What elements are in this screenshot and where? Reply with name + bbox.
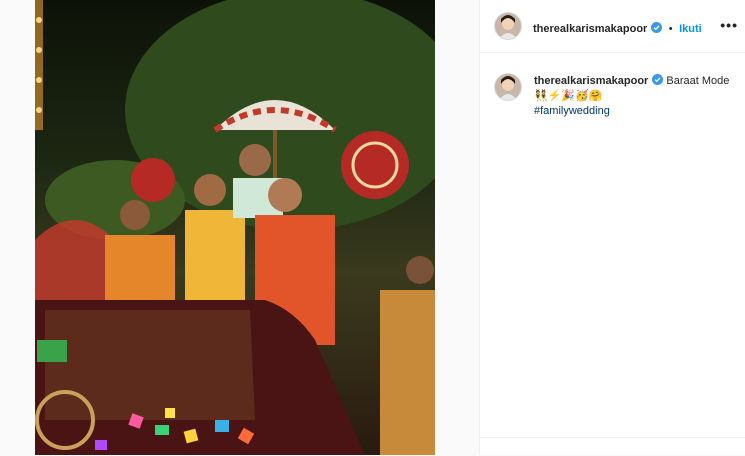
caption-avatar[interactable]	[494, 73, 522, 101]
verified-badge-icon	[651, 22, 663, 33]
avatar-image	[495, 13, 521, 39]
string-lights	[35, 0, 43, 130]
avatar[interactable]	[494, 12, 522, 40]
post-footer	[480, 437, 745, 456]
caption-hashtag[interactable]: #familywedding	[534, 105, 610, 117]
post-header: therealkarismakapoor • Ikuti •••	[480, 0, 745, 53]
caption-avatar-image	[495, 74, 521, 100]
post-sidebar: therealkarismakapoor • Ikuti ••• thereal…	[479, 0, 745, 455]
caption-emojis: 👯⚡🎉🥳🤗	[534, 90, 603, 102]
separator-dot: •	[668, 23, 673, 35]
more-options-icon[interactable]: •••	[720, 17, 738, 33]
caption-author[interactable]: therealkarismakapoor	[534, 75, 648, 87]
post-photo-art	[35, 0, 435, 455]
caption-verified-icon	[652, 74, 664, 85]
caption-text: Baraat Mode	[666, 75, 730, 87]
post-caption: therealkarismakapoor Baraat Mode 👯⚡🎉🥳🤗 #…	[534, 74, 739, 119]
author-username[interactable]: therealkarismakapoor	[533, 23, 647, 35]
sign-right	[341, 131, 409, 199]
post-photo[interactable]	[35, 0, 435, 455]
follow-button[interactable]: Ikuti	[679, 23, 702, 35]
